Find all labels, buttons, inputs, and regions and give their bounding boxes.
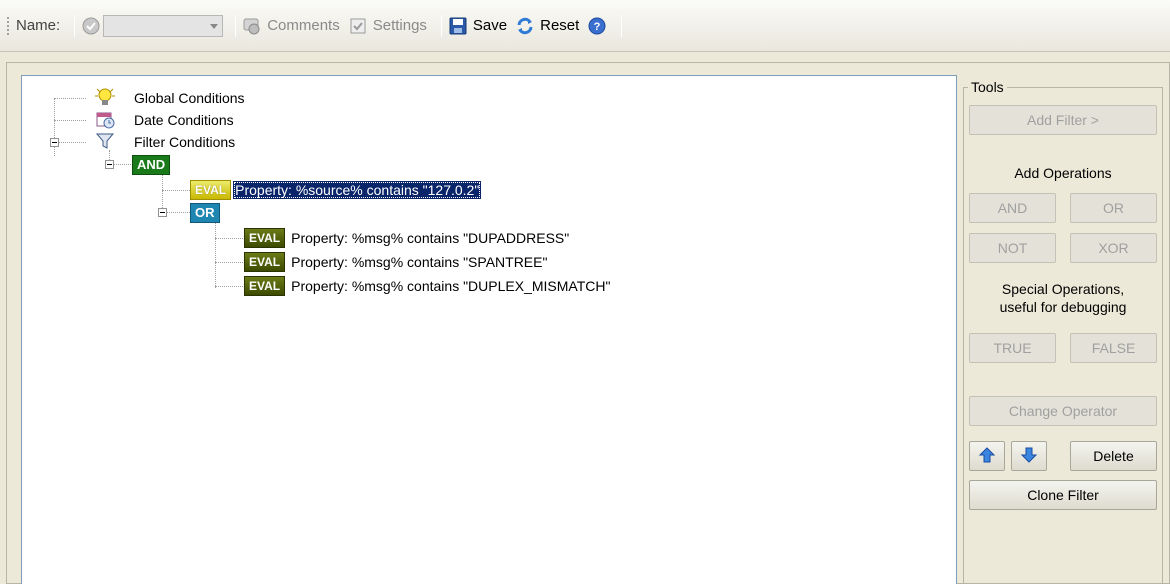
eval-badge: EVAL [244, 228, 286, 248]
tree-node-eval-dupaddress[interactable]: EVAL Property: %msg% contains "DUPADDRES… [244, 227, 569, 249]
toolbar-grip[interactable] [6, 15, 10, 36]
clone-filter-button[interactable]: Clone Filter [969, 480, 1157, 510]
false-button[interactable]: FALSE [1070, 333, 1157, 363]
or-button[interactable]: OR [1070, 193, 1157, 223]
eval-badge: EVAL [190, 180, 232, 200]
change-operator-label: Change Operator [1008, 403, 1118, 419]
tree-connector [162, 172, 163, 212]
and-button-label: AND [997, 200, 1028, 216]
tree-node-eval-duplex-mismatch[interactable]: EVAL Property: %msg% contains "DUPLEX_MI… [244, 275, 610, 297]
change-operator-button[interactable]: Change Operator [969, 396, 1157, 426]
add-filter-button[interactable]: Add Filter > [969, 105, 1157, 135]
tree-node-filter-conditions[interactable]: Filter Conditions [94, 131, 235, 153]
tree-node-or[interactable]: OR [190, 202, 220, 224]
floppy-disk-icon [448, 16, 468, 36]
true-button-label: TRUE [993, 340, 1032, 356]
clone-filter-label: Clone Filter [1027, 487, 1099, 503]
settings-label: Settings [372, 17, 427, 34]
chevron-down-icon[interactable] [210, 23, 219, 29]
refresh-icon [515, 16, 535, 36]
collapse-filter-conditions[interactable] [50, 138, 59, 147]
name-label: Name: [16, 17, 61, 34]
eval-source-label: Property: %source% contains "127.0.2" [233, 181, 482, 199]
move-up-button[interactable] [969, 441, 1005, 471]
or-button-label: OR [1103, 200, 1124, 216]
tree-node-eval-spantree[interactable]: EVAL Property: %msg% contains "SPANTREE" [244, 251, 547, 273]
toolbar-separator [440, 14, 442, 37]
eval-badge: EVAL [244, 252, 286, 272]
eval-dupaddress-label: Property: %msg% contains "DUPADDRESS" [291, 230, 570, 246]
arrow-down-icon [1020, 446, 1038, 467]
collapse-or-node[interactable] [158, 208, 167, 217]
global-conditions-label: Global Conditions [134, 90, 245, 106]
tree-node-global-conditions[interactable]: Global Conditions [94, 87, 245, 109]
tree-connector [215, 286, 243, 287]
tree-connector [215, 238, 243, 239]
true-button[interactable]: TRUE [969, 333, 1056, 363]
comments-label: Comments [267, 17, 340, 34]
or-operator-badge: OR [190, 203, 220, 223]
date-conditions-label: Date Conditions [134, 112, 234, 128]
eval-spantree-label: Property: %msg% contains "SPANTREE" [291, 254, 548, 270]
filter-conditions-label: Filter Conditions [134, 134, 236, 150]
xor-button-label: XOR [1098, 240, 1129, 256]
save-label: Save [472, 17, 508, 34]
tools-panel: Tools Add Filter > Add Operations AND OR… [963, 79, 1163, 584]
tree-connector [54, 98, 86, 99]
xor-button[interactable]: XOR [1070, 233, 1157, 263]
help-icon[interactable]: ? [587, 16, 607, 36]
toolbar-separator [74, 14, 76, 37]
add-operations-label: Add Operations [1014, 165, 1112, 181]
special-operations-label-line2: useful for debugging [999, 299, 1127, 315]
special-operations-label-line1: Special Operations, [1001, 281, 1125, 297]
move-down-button[interactable] [1011, 441, 1047, 471]
collapse-and-node[interactable] [105, 160, 114, 169]
tree-node-date-conditions[interactable]: Date Conditions [94, 109, 234, 131]
settings-button[interactable]: Settings [348, 16, 427, 36]
disabled-check-icon [81, 16, 101, 36]
toolbar-separator [235, 14, 237, 37]
eval-duplex-mismatch-label: Property: %msg% contains "DUPLEX_MISMATC… [291, 278, 611, 294]
settings-checkbox-icon [348, 16, 368, 36]
name-combobox[interactable] [103, 14, 224, 37]
arrow-up-icon [978, 446, 996, 467]
svg-text:?: ? [594, 21, 601, 33]
not-button-label: NOT [997, 240, 1028, 256]
reset-label: Reset [540, 17, 580, 34]
save-button[interactable]: Save [448, 16, 507, 36]
toolbar-separator [621, 14, 623, 37]
tree-connector [162, 190, 190, 191]
filter-tree[interactable]: Global Conditions Date Conditions Filter… [21, 75, 957, 584]
tools-title: Tools [968, 79, 1007, 95]
tree-connector [215, 262, 243, 263]
comments-button[interactable]: Comments [242, 16, 340, 36]
and-operator-badge: AND [132, 155, 171, 175]
and-button[interactable]: AND [969, 193, 1056, 223]
funnel-filter-icon [94, 130, 116, 155]
false-button-label: FALSE [1091, 340, 1136, 356]
tree-connector [54, 120, 86, 121]
add-filter-label: Add Filter > [1027, 112, 1099, 128]
tree-node-and[interactable]: AND [132, 154, 171, 176]
comments-icon [242, 16, 262, 36]
delete-label: Delete [1093, 448, 1134, 464]
eval-badge: EVAL [244, 276, 286, 296]
delete-button[interactable]: Delete [1070, 441, 1157, 471]
toolbar: Name: Comments Settings Save Reset ? [0, 0, 1170, 52]
tree-node-eval-source[interactable]: EVAL Property: %source% contains "127.0.… [190, 179, 482, 201]
tree-connector [54, 98, 55, 156]
not-button[interactable]: NOT [969, 233, 1056, 263]
main-content: Global Conditions Date Conditions Filter… [6, 62, 1170, 584]
reset-button[interactable]: Reset [515, 16, 579, 36]
tree-connector [215, 222, 216, 288]
